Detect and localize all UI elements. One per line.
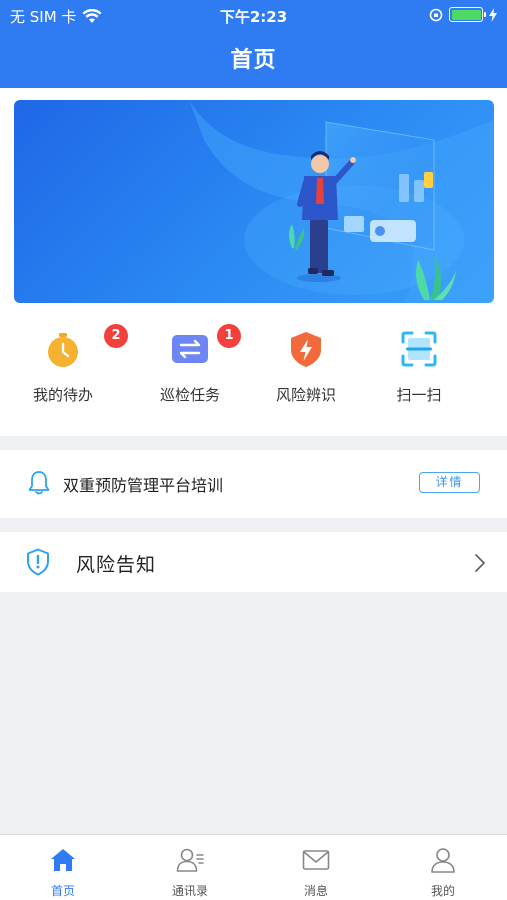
status-right bbox=[429, 7, 497, 22]
tab-home[interactable]: 首页 bbox=[0, 835, 126, 900]
app-root: 无 SIM 卡 下午2:23 首页 2 我的待办 1 巡检任务 风险辨识 扫一扫… bbox=[0, 0, 507, 900]
scan-icon bbox=[401, 331, 437, 367]
home-banner[interactable] bbox=[14, 100, 494, 303]
quick-action-label: 风险辨识 bbox=[275, 386, 336, 404]
top-bar: 无 SIM 卡 下午2:23 首页 bbox=[0, 0, 507, 88]
home-icon bbox=[51, 849, 75, 871]
quick-action-label: 我的待办 bbox=[32, 386, 93, 404]
inspection-badge: 1 bbox=[217, 324, 241, 348]
quick-action-label: 扫一扫 bbox=[396, 386, 442, 404]
quick-action-label: 巡检任务 bbox=[159, 386, 220, 404]
status-bar: 无 SIM 卡 下午2:23 bbox=[0, 0, 507, 30]
swap-arrows-icon bbox=[172, 335, 208, 363]
bell-icon bbox=[28, 471, 50, 495]
tab-label: 首页 bbox=[50, 884, 75, 898]
tab-me[interactable]: 我的 bbox=[380, 835, 506, 900]
detail-button[interactable]: 详情 bbox=[419, 472, 480, 493]
todo-badge: 2 bbox=[104, 324, 128, 348]
orientation-lock-icon bbox=[429, 8, 443, 21]
tab-label: 我的 bbox=[430, 884, 455, 898]
battery-icon bbox=[449, 7, 486, 22]
notice-text: 双重预防管理平台培训 bbox=[63, 476, 224, 495]
quick-action-risk-identify[interactable]: 风险辨识 bbox=[243, 318, 369, 418]
quick-action-todo[interactable]: 2 我的待办 bbox=[0, 318, 128, 418]
mail-icon bbox=[302, 850, 330, 870]
notice-row[interactable]: 双重预防管理平台培训 详情 bbox=[0, 450, 507, 518]
quick-actions: 2 我的待办 1 巡检任务 风险辨识 扫一扫 bbox=[0, 318, 507, 428]
risk-notice-row[interactable]: 风险告知 bbox=[0, 532, 507, 592]
quick-action-scan[interactable]: 扫一扫 bbox=[356, 318, 482, 418]
page-title: 首页 bbox=[230, 48, 277, 73]
tab-contacts[interactable]: 通讯录 bbox=[127, 835, 253, 900]
person-icon bbox=[431, 848, 455, 873]
tab-label: 通讯录 bbox=[171, 884, 208, 898]
alert-shield-icon bbox=[27, 548, 49, 576]
clock-icon bbox=[48, 333, 78, 367]
tab-label: 消息 bbox=[303, 884, 328, 898]
tab-messages[interactable]: 消息 bbox=[253, 835, 379, 900]
quick-action-inspection[interactable]: 1 巡检任务 bbox=[127, 318, 253, 418]
charging-icon bbox=[489, 7, 497, 22]
banner-illustration bbox=[189, 100, 494, 303]
lightning-shield-icon bbox=[291, 332, 321, 367]
chevron-right-icon bbox=[475, 554, 485, 572]
contacts-icon bbox=[176, 848, 204, 872]
tab-bar: 首页 通讯录 消息 我的 bbox=[0, 834, 507, 900]
home-header-card: 2 我的待办 1 巡检任务 风险辨识 扫一扫 bbox=[0, 88, 507, 436]
risk-text: 风险告知 bbox=[76, 554, 157, 576]
